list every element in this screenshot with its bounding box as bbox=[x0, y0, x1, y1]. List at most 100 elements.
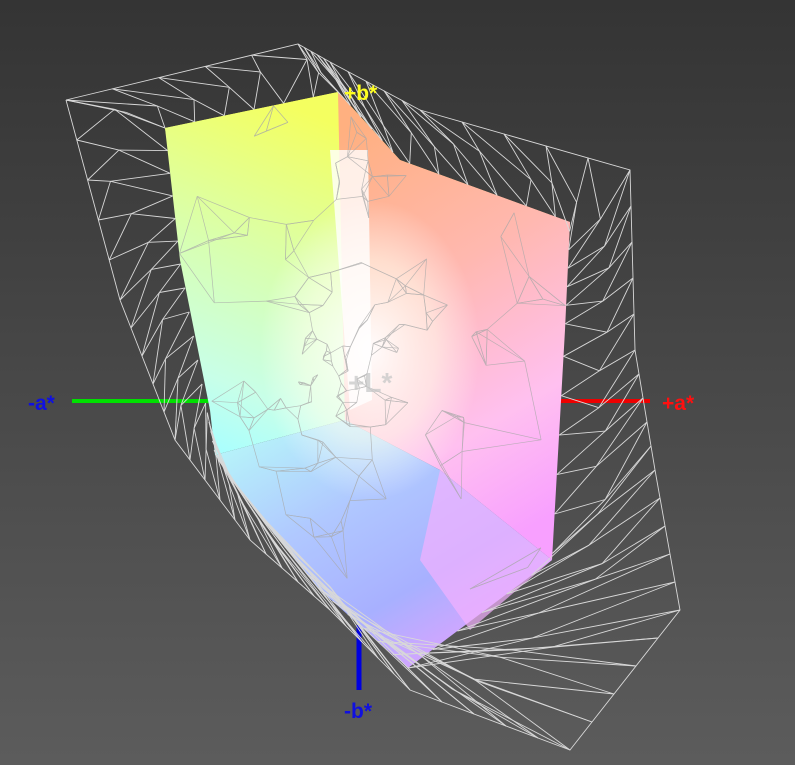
wireframe-edge bbox=[87, 149, 120, 181]
wireframe-edge bbox=[228, 86, 255, 110]
wireframe-edge bbox=[158, 77, 195, 100]
wireframe-edge bbox=[131, 195, 173, 215]
wireframe-edge bbox=[500, 656, 637, 667]
wireframe-edge bbox=[112, 88, 195, 101]
wireframe-edge bbox=[604, 421, 648, 500]
wireframe-edge bbox=[251, 54, 308, 60]
wireframe-edge bbox=[421, 655, 539, 739]
minus-b-axis-label: -b* bbox=[344, 700, 373, 723]
wireframe-edge bbox=[251, 54, 261, 73]
wireframe-edge bbox=[595, 553, 671, 580]
wireframe-edge bbox=[165, 311, 190, 360]
wireframe-edge bbox=[587, 157, 601, 220]
wireframe-edge bbox=[568, 202, 578, 250]
wireframe-edge bbox=[114, 108, 168, 151]
wireframe-edge bbox=[601, 525, 666, 564]
wireframe-edge bbox=[109, 241, 149, 261]
wireframe-edge bbox=[131, 213, 176, 219]
wireframe-edge bbox=[563, 331, 608, 357]
wireframe-edge bbox=[576, 157, 589, 203]
wireframe-edge bbox=[253, 71, 261, 110]
gamut-3d-scene[interactable]: -a* +a* +b* -b* +L* bbox=[0, 0, 795, 765]
wireframe-edge bbox=[148, 240, 178, 243]
wireframe-edge bbox=[511, 637, 659, 651]
wireframe-edge bbox=[419, 109, 480, 152]
wireframe-edge bbox=[563, 355, 600, 372]
wireframe-edge bbox=[158, 77, 230, 88]
wireframe-edge bbox=[76, 108, 115, 141]
wireframe-edge bbox=[306, 59, 314, 98]
wireframe-edge bbox=[525, 179, 532, 207]
wireframe-edge bbox=[159, 263, 182, 293]
wireframe-edge bbox=[98, 213, 132, 221]
wireframe-edge bbox=[193, 99, 196, 122]
wireframe-edge bbox=[141, 292, 160, 357]
wireframe-edge bbox=[565, 267, 610, 306]
wireframe-edge bbox=[130, 269, 152, 329]
wireframe-edge bbox=[223, 87, 230, 116]
plus-a-axis-label: +a* bbox=[662, 392, 695, 415]
wireframe-edge bbox=[608, 205, 632, 268]
wireframe-edge bbox=[600, 169, 631, 220]
wireframe-edge bbox=[205, 65, 261, 73]
wireframe-edge bbox=[569, 202, 578, 232]
wireframe-edge bbox=[452, 688, 539, 739]
wireframe-edge bbox=[163, 358, 166, 413]
wireframe-edge bbox=[604, 169, 631, 247]
wireframe-edge bbox=[110, 172, 171, 182]
wireframe-edge bbox=[118, 149, 171, 174]
wireframe-edge bbox=[478, 150, 498, 196]
wireframe-edge bbox=[567, 245, 605, 269]
wireframe-edge bbox=[606, 277, 634, 333]
wireframe-edge bbox=[205, 412, 208, 450]
wireframe-edge bbox=[110, 180, 173, 197]
wireframe-edge bbox=[156, 105, 166, 129]
wireframe-edge bbox=[453, 143, 469, 185]
wireframe-edge bbox=[108, 213, 132, 261]
wireframe-edge bbox=[383, 90, 412, 133]
wireframe-edge bbox=[566, 245, 605, 288]
wireframe-edge bbox=[559, 430, 606, 436]
wireframe-edge bbox=[193, 402, 207, 429]
wireframe-edge bbox=[148, 218, 176, 243]
wireframe-edge bbox=[189, 428, 195, 461]
wireframe-edge bbox=[76, 139, 120, 151]
wireframe-edge bbox=[180, 405, 191, 461]
wireframe-edge bbox=[283, 59, 308, 104]
wireframe-edge bbox=[119, 269, 152, 301]
wireframe-edge bbox=[499, 656, 615, 695]
gamut-viewer[interactable]: -a* +a* +b* -b* +L* bbox=[0, 0, 795, 765]
wireframe-edge bbox=[565, 323, 608, 333]
wireframe-edge bbox=[503, 133, 553, 184]
wireframe-edge bbox=[597, 445, 652, 515]
plus-b-axis-label: +b* bbox=[344, 82, 378, 105]
wireframe-edge bbox=[163, 378, 179, 413]
plus-l-axis-label: +L* bbox=[348, 367, 392, 398]
wireframe-edge bbox=[561, 370, 600, 397]
wireframe-edge bbox=[193, 99, 225, 117]
wireframe-edge bbox=[97, 181, 111, 221]
wireframe-edge bbox=[475, 680, 571, 751]
wireframe-edge bbox=[556, 430, 606, 475]
wireframe-edge bbox=[312, 72, 320, 98]
wireframe-edge bbox=[162, 287, 186, 320]
wireframe-edge bbox=[608, 241, 633, 269]
wireframe-edge bbox=[260, 71, 284, 104]
wireframe-edge bbox=[409, 132, 412, 164]
mesh-edge bbox=[276, 470, 311, 473]
wireframe-edge bbox=[87, 179, 111, 182]
wireframe-edge bbox=[180, 359, 199, 406]
wireframe-edge bbox=[421, 655, 507, 727]
wireframe-edge bbox=[552, 513, 598, 554]
wireframe-edge bbox=[204, 449, 207, 481]
wireframe-edge bbox=[558, 407, 600, 436]
wireframe-edge bbox=[114, 108, 166, 129]
wireframe-edge bbox=[599, 349, 636, 372]
minus-a-axis-label: -a* bbox=[28, 392, 56, 415]
wireframe-edge bbox=[604, 205, 632, 247]
wireframe-edge bbox=[118, 149, 168, 152]
wireframe-edge bbox=[599, 313, 635, 372]
wireframe-edge bbox=[604, 445, 652, 500]
wireframe-edge bbox=[511, 649, 637, 667]
wireframe-edge bbox=[383, 90, 435, 148]
